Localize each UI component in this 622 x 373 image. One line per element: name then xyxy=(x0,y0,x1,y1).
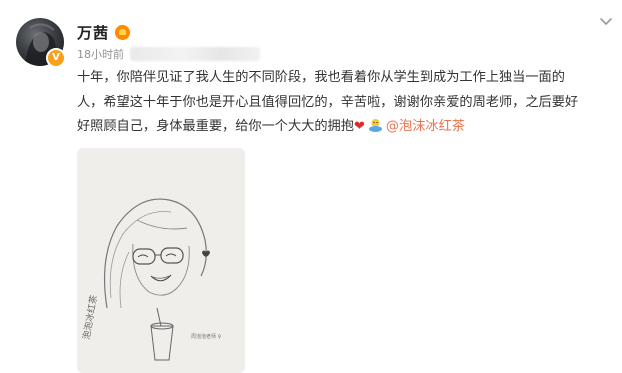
post-text: 十年，你陪伴见证了我人生的不同阶段，我也看着你从学生到成为工作上独当一面的 人，… xyxy=(77,66,612,140)
post-source-blurred xyxy=(130,47,260,61)
vip-crown-icon[interactable] xyxy=(115,25,131,40)
mention-link[interactable]: @泡沫冰红茶 xyxy=(386,119,465,134)
post-text-segment: 好照顾自己，身体最重要，给你一个大大的拥抱 xyxy=(77,119,354,134)
sketch-drawing: 泡泡冰红茶 周泡泡老师 ♀ xyxy=(77,148,245,373)
author-name[interactable]: 万茜 xyxy=(77,22,109,43)
post-text-line: 好照顾自己，身体最重要，给你一个大大的拥抱❤ @泡沫冰红茶 xyxy=(77,115,612,140)
post-image[interactable]: 泡泡冰红茶 周泡泡老师 ♀ xyxy=(77,148,245,373)
verified-badge-icon: V xyxy=(46,48,66,68)
svg-text:周泡泡老师 ♀: 周泡泡老师 ♀ xyxy=(191,333,222,340)
post-meta: 18小时前 xyxy=(77,46,260,62)
chevron-down-icon[interactable] xyxy=(598,14,614,30)
heart-emoji-icon: ❤ xyxy=(353,119,365,134)
post-timestamp[interactable]: 18小时前 xyxy=(77,46,124,62)
author-row: 万茜 xyxy=(77,22,131,43)
hug-emoji-icon xyxy=(368,119,382,132)
post-text-line: 十年，你陪伴见证了我人生的不同阶段，我也看着你从学生到成为工作上独当一面的 xyxy=(77,70,565,85)
post-text-line: 人，希望这十年于你也是开心且值得回忆的，辛苦啦，谢谢你亲爱的周老师，之后要好 xyxy=(77,94,579,110)
author-avatar[interactable]: V xyxy=(16,18,66,68)
